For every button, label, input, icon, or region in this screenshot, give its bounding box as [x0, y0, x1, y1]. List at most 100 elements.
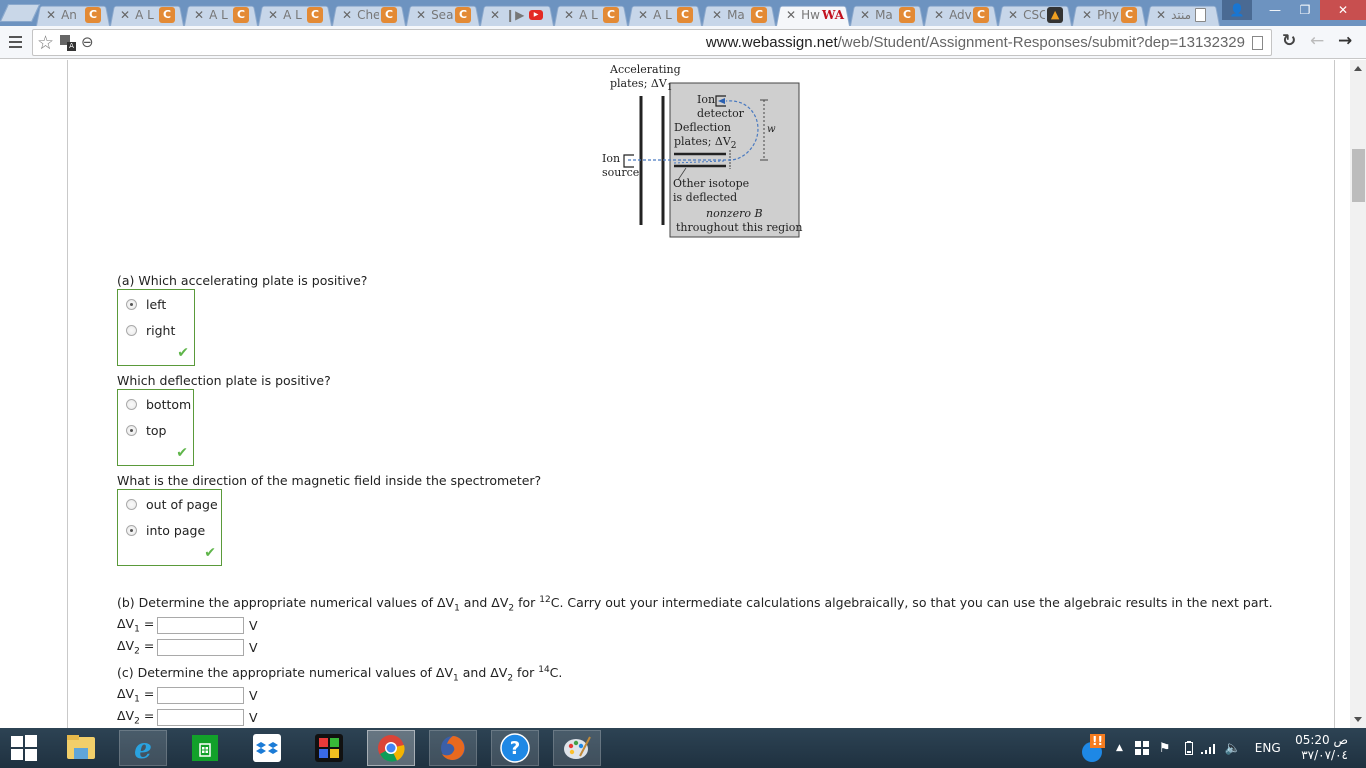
deflection-option-bottom[interactable]: bottom: [126, 397, 191, 412]
part-c-dv2-input[interactable]: [157, 708, 244, 726]
taskbar-help[interactable]: ?: [491, 730, 539, 766]
tab-close-icon[interactable]: ✕: [934, 8, 944, 22]
browser-tab[interactable]: ✕ An C: [36, 3, 110, 26]
bookmark-star-icon[interactable]: ☆: [37, 32, 54, 54]
windows-logo-icon: [11, 735, 37, 761]
part-a-option-right[interactable]: right: [126, 323, 175, 338]
tab-close-icon[interactable]: ✕: [342, 8, 352, 22]
tab-close-icon[interactable]: ✕: [1082, 8, 1092, 22]
tab-close-icon[interactable]: ✕: [120, 8, 130, 22]
zoom-icon[interactable]: ⊖: [81, 33, 94, 51]
browser-tab[interactable]: ✕ Sea C: [406, 3, 480, 26]
address-bar[interactable]: ☆ A ⊖ www.webassign.net/web/Student/Assi…: [32, 29, 1272, 56]
tab-close-icon[interactable]: ✕: [490, 8, 500, 22]
browser-tab[interactable]: ✕ Che C: [332, 3, 406, 26]
taskbar-clock[interactable]: 05:20 ص ٣٧/٠٧/٠٤: [1295, 733, 1348, 763]
firefox-icon: [441, 736, 465, 760]
close-icon: ✕: [1337, 3, 1349, 17]
browser-tab[interactable]: ✕ A L C: [554, 3, 628, 26]
part-b-dv1-input[interactable]: [157, 616, 244, 634]
scroll-up-arrow-icon[interactable]: [1354, 66, 1362, 71]
browser-tab[interactable]: ✕ Phy C: [1072, 3, 1146, 26]
radio-top[interactable]: [126, 425, 137, 436]
minimize-button[interactable]: —: [1260, 0, 1290, 20]
url-text[interactable]: www.webassign.net/web/Student/Assignment…: [706, 34, 1245, 51]
minimize-icon: —: [1269, 3, 1281, 17]
tab-close-icon[interactable]: ✕: [712, 8, 722, 22]
reload-icon[interactable]: ↻: [1282, 31, 1296, 51]
radio-right[interactable]: [126, 325, 137, 336]
taskbar-dropbox[interactable]: [243, 730, 291, 766]
tab-close-icon[interactable]: ✕: [860, 8, 870, 22]
deflection-option-top[interactable]: top: [126, 423, 166, 438]
field-option-into[interactable]: into page: [126, 523, 205, 538]
tab-close-icon[interactable]: ✕: [268, 8, 278, 22]
translate-icon[interactable]: A: [60, 35, 76, 51]
tab-close-icon[interactable]: ✕: [1008, 8, 1018, 22]
page-info-icon[interactable]: [1252, 36, 1263, 50]
browser-tab[interactable]: ✕ A L C: [258, 3, 332, 26]
scroll-down-arrow-icon[interactable]: [1354, 717, 1362, 722]
tab-close-icon[interactable]: ✕: [46, 8, 56, 22]
correct-check-icon: ✔: [176, 445, 188, 461]
tab-close-icon[interactable]: ✕: [638, 8, 648, 22]
tab-close-icon[interactable]: ✕: [564, 8, 574, 22]
forward-icon[interactable]: →: [1338, 31, 1352, 51]
part-c-dv2-row: ΔV2 = V: [117, 708, 258, 727]
back-icon[interactable]: ←: [1310, 31, 1324, 51]
browser-tab[interactable]: ✕ CSC ▲: [998, 3, 1072, 26]
taskbar-firefox[interactable]: [429, 730, 477, 766]
menu-icon[interactable]: [9, 36, 22, 48]
taskbar-store[interactable]: [181, 730, 229, 766]
chegg-icon: C: [381, 6, 398, 23]
start-button[interactable]: [0, 730, 48, 766]
show-hidden-icons-icon[interactable]: ▲: [1116, 743, 1123, 753]
language-indicator[interactable]: ENG: [1255, 741, 1281, 755]
part-b-dv2-input[interactable]: [157, 638, 244, 656]
radio-out-of-page[interactable]: [126, 499, 137, 510]
browser-tab[interactable]: ✕ Ma C: [850, 3, 924, 26]
page-scrollbar[interactable]: [1350, 60, 1366, 728]
webassign-icon: WA: [822, 7, 845, 22]
battery-icon[interactable]: [1184, 741, 1193, 755]
radio-into-page[interactable]: [126, 525, 137, 536]
volume-icon[interactable]: 🔈: [1225, 741, 1241, 756]
field-option-out[interactable]: out of page: [126, 497, 218, 512]
browser-tab[interactable]: ✕ Adv C: [924, 3, 998, 26]
tab-title: ❙▶ ,: [505, 7, 527, 22]
browser-tab[interactable]: ✕ Ma C: [702, 3, 776, 26]
browser-tab[interactable]: ✕ ❙▶ ,▶: [480, 3, 554, 26]
new-tab-button[interactable]: [0, 4, 41, 22]
action-center-windows-icon[interactable]: [1134, 741, 1149, 755]
browser-tab[interactable]: ✕ منتد: [1146, 3, 1220, 26]
taskbar-internet-explorer[interactable]: e: [119, 730, 167, 766]
taskbar-puzzle-app[interactable]: [305, 730, 353, 766]
tab-close-icon[interactable]: ✕: [786, 8, 796, 22]
signal-icon[interactable]: [1200, 742, 1217, 754]
chegg-icon: C: [307, 6, 324, 23]
part-c-dv1-input[interactable]: [157, 686, 244, 704]
taskbar-file-explorer[interactable]: [57, 730, 105, 766]
scrollbar-thumb[interactable]: [1352, 149, 1365, 202]
tab-title: A L: [653, 7, 672, 22]
close-window-button[interactable]: ✕: [1320, 0, 1366, 20]
tab-close-icon[interactable]: ✕: [194, 8, 204, 22]
flag-icon[interactable]: ⚑: [1159, 741, 1171, 756]
tab-close-icon[interactable]: ✕: [1156, 8, 1166, 22]
tab-close-icon[interactable]: ✕: [416, 8, 426, 22]
radio-bottom[interactable]: [126, 399, 137, 410]
tab-title: A L: [579, 7, 598, 22]
user-profile-button[interactable]: 👤: [1222, 0, 1252, 20]
taskbar-chrome[interactable]: [367, 730, 415, 766]
part-a-option-left[interactable]: left: [126, 297, 166, 312]
option-label: into page: [146, 523, 206, 538]
dv2-label: ΔV2 =: [117, 638, 155, 657]
browser-tab[interactable]: ✕ A L C: [110, 3, 184, 26]
taskbar-paint[interactable]: [553, 730, 601, 766]
browser-tab[interactable]: ✕ A L C: [628, 3, 702, 26]
restore-button[interactable]: ❐: [1290, 0, 1320, 20]
browser-tab[interactable]: ✕ A L C: [184, 3, 258, 26]
browser-tab[interactable]: ✕ Hw WA: [776, 3, 850, 26]
radio-left[interactable]: [126, 299, 137, 310]
w-label: w: [767, 124, 776, 135]
